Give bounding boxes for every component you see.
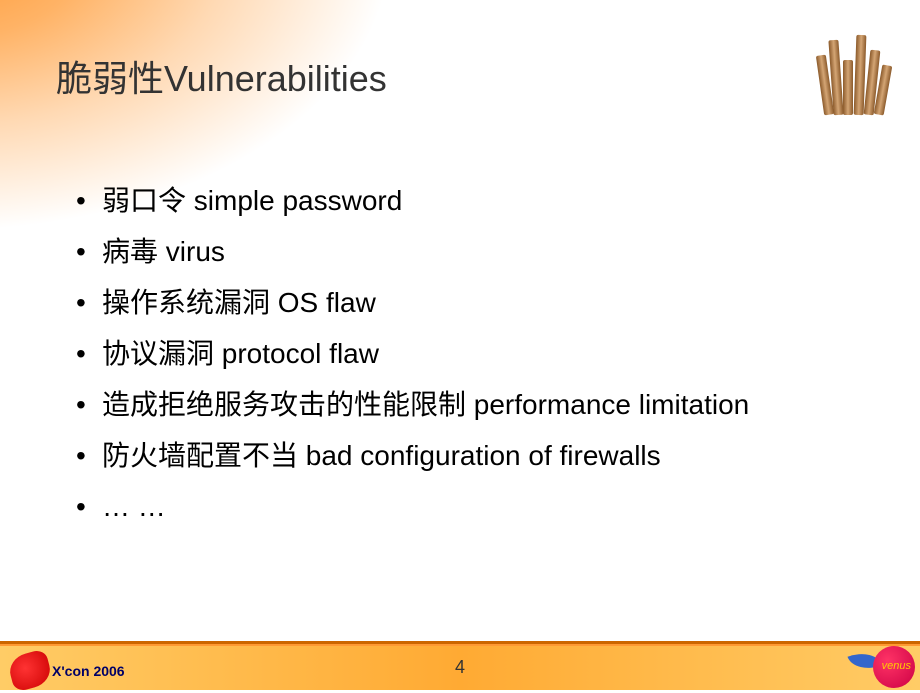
list-item: … … — [76, 481, 749, 532]
list-item: 协议漏洞 protocol flaw — [76, 328, 749, 379]
list-item: 弱口令 simple password — [76, 175, 749, 226]
bullet-list: 弱口令 simple password 病毒 virus 操作系统漏洞 OS f… — [76, 175, 749, 532]
dragon-icon — [6, 648, 54, 692]
slide-title: 脆弱性Vulnerabilities — [56, 50, 387, 102]
list-item: 病毒 virus — [76, 226, 749, 277]
page-number: 4 — [455, 657, 465, 678]
venus-logo-text: venus — [882, 660, 911, 672]
list-item: 操作系统漏洞 OS flaw — [76, 277, 749, 328]
venus-logo: venus — [850, 646, 915, 688]
list-item: 防火墙配置不当 bad configuration of firewalls — [76, 430, 749, 481]
list-item: 造成拒绝服务攻击的性能限制 performance limitation — [76, 379, 749, 430]
xcon-logo: X'con 2006 — [10, 653, 125, 688]
xcon-logo-text: X'con 2006 — [52, 663, 125, 679]
barrel-illustration — [800, 15, 910, 125]
